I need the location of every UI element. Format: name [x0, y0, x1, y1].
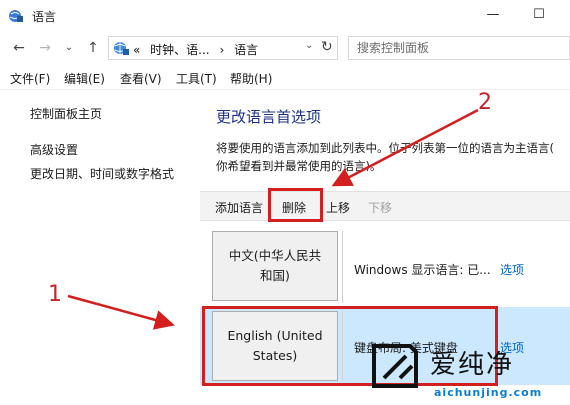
- title-bar: 语言 — ☐: [0, 0, 570, 32]
- move-down-button[interactable]: 下移: [368, 199, 392, 216]
- menu-file[interactable]: 文件(F): [10, 70, 50, 87]
- minimize-button[interactable]: —: [470, 0, 516, 30]
- language-app-icon: [9, 10, 23, 22]
- watermark: 爱纯净 aichunjing.com: [370, 342, 570, 405]
- language-name-line-2: 和国): [260, 268, 290, 283]
- recent-locations-chevron-icon[interactable]: ⌄: [60, 38, 78, 58]
- row-divider: [342, 231, 343, 303]
- language-name-line-1: 中文(中华人民共: [228, 248, 322, 263]
- refresh-icon[interactable]: ↻: [321, 39, 333, 55]
- menu-bar: 文件(F) 编辑(E) 查看(V) 工具(T) 帮助(H): [0, 64, 570, 90]
- address-dropdown-chevron-icon[interactable]: ⌄: [305, 40, 313, 51]
- watermark-logo-icon: [372, 344, 418, 388]
- sidebar-advanced-settings[interactable]: 高级设置: [30, 141, 78, 158]
- control-panel-icon: [114, 42, 129, 55]
- language-info-chinese: Windows 显示语言: 已...: [354, 263, 491, 277]
- language-tile-chinese[interactable]: 中文(中华人民共 和国): [212, 231, 338, 301]
- sidebar-control-panel-home[interactable]: 控制面板主页: [30, 105, 102, 122]
- page-description: 将要使用的语言添加到此列表中。位于列表第一位的语言为主语言( 你希望看到并最常使…: [216, 139, 570, 175]
- breadcrumb-overflow[interactable]: «: [133, 43, 140, 57]
- sidebar-change-date-time-format[interactable]: 更改日期、时间或数字格式: [30, 165, 174, 182]
- remove-language-button[interactable]: 删除: [282, 199, 306, 216]
- forward-arrow-icon[interactable]: →: [36, 38, 54, 58]
- description-line-1: 将要使用的语言添加到此列表中。位于列表第一位的语言为主语言(: [216, 141, 554, 155]
- maximize-button[interactable]: ☐: [516, 0, 562, 30]
- language-options-link-chinese[interactable]: 选项: [500, 261, 524, 278]
- address-field[interactable]: « 时钟、语... › 语言 ⌄ ↻: [108, 36, 338, 60]
- address-toolbar: ← → ⌄ ↑ « 时钟、语... › 语言 ⌄ ↻: [0, 32, 570, 64]
- watermark-name: 爱纯净: [430, 350, 515, 380]
- back-arrow-icon[interactable]: ←: [10, 38, 28, 58]
- menu-help[interactable]: 帮助(H): [230, 70, 272, 87]
- search-input[interactable]: [349, 37, 569, 59]
- menu-edit[interactable]: 编辑(E): [64, 70, 105, 87]
- breadcrumb-clock-language[interactable]: 时钟、语...: [150, 43, 209, 57]
- description-line-2: 你希望看到并最常使用的语言)。: [216, 159, 382, 173]
- language-toolbar: 添加语言 删除 上移 下移: [200, 191, 570, 221]
- search-box[interactable]: [348, 36, 570, 60]
- language-name-line-1: English (United: [227, 328, 323, 343]
- window-title: 语言: [32, 10, 57, 24]
- add-language-button[interactable]: 添加语言: [215, 199, 263, 216]
- sidebar: 控制面板主页 高级设置 更改日期、时间或数字格式: [0, 91, 200, 405]
- breadcrumb-separator: ›: [219, 43, 225, 57]
- annotation-label-2: 2: [478, 90, 492, 115]
- move-up-button[interactable]: 上移: [326, 199, 350, 216]
- menu-view[interactable]: 查看(V): [120, 70, 162, 87]
- menu-tools[interactable]: 工具(T): [176, 70, 217, 87]
- breadcrumb-language[interactable]: 语言: [234, 43, 258, 57]
- page-title: 更改语言首选项: [216, 108, 322, 126]
- language-tile-english[interactable]: English (United States): [212, 311, 338, 381]
- up-arrow-icon[interactable]: ↑: [84, 38, 102, 58]
- row-divider: [342, 311, 343, 381]
- annotation-label-1: 1: [48, 282, 62, 307]
- language-row-chinese[interactable]: 中文(中华人民共 和国) Windows 显示语言: 已... 选项: [200, 227, 570, 307]
- language-name-line-2: States): [252, 348, 298, 363]
- watermark-url: aichunjing.com: [434, 386, 543, 399]
